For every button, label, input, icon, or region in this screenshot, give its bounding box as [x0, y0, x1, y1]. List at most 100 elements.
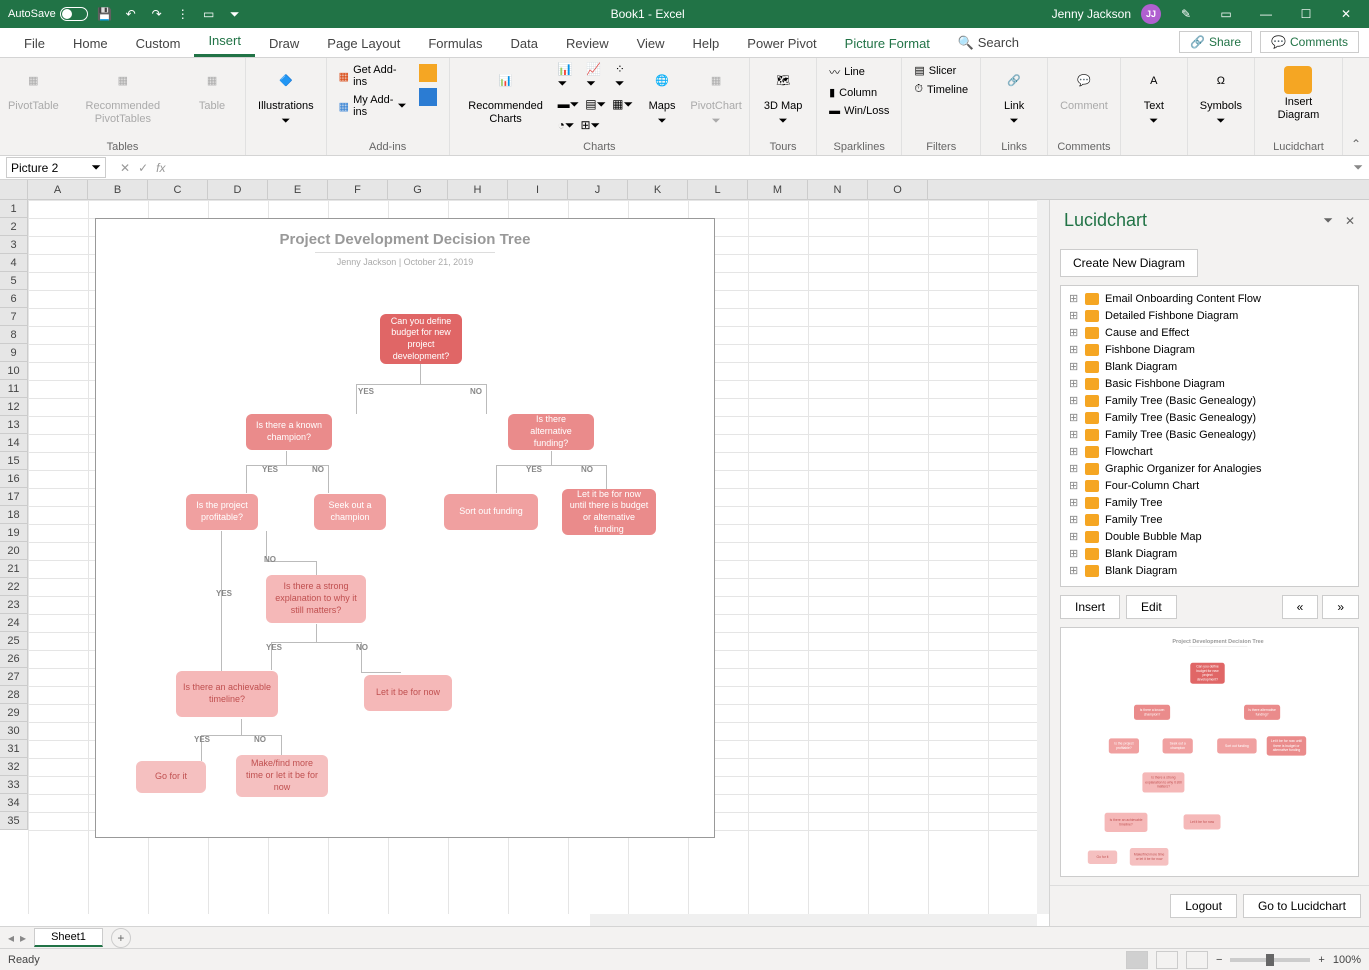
row-header[interactable]: 10	[0, 362, 28, 380]
prev-sheet-icon[interactable]: ◂	[8, 931, 14, 945]
user-avatar[interactable]: JJ	[1141, 4, 1161, 24]
tree-item[interactable]: ⊞Blank Diagram	[1065, 358, 1354, 375]
zoom-out-button[interactable]: −	[1216, 954, 1222, 966]
bing-addin-button[interactable]	[415, 62, 441, 84]
column-header[interactable]: E	[268, 180, 328, 199]
zoom-level[interactable]: 100%	[1333, 954, 1361, 966]
diagram-tree[interactable]: ⊞Email Onboarding Content Flow⊞Detailed …	[1060, 285, 1359, 587]
column-header[interactable]: J	[568, 180, 628, 199]
tree-item[interactable]: ⊞Cause and Effect	[1065, 324, 1354, 341]
tree-item[interactable]: ⊞Family Tree (Basic Genealogy)	[1065, 426, 1354, 443]
insert-diagram-button[interactable]: Insert Diagram	[1263, 62, 1334, 126]
maximize-icon[interactable]: ☐	[1291, 4, 1321, 24]
column-header[interactable]: H	[448, 180, 508, 199]
row-header[interactable]: 1	[0, 200, 28, 218]
column-header[interactable]: L	[688, 180, 748, 199]
column-header[interactable]: D	[208, 180, 268, 199]
edit-button[interactable]: Edit	[1126, 595, 1177, 619]
maps-button[interactable]: 🌐Maps⏷	[637, 62, 687, 132]
link-button[interactable]: 🔗Link⏷	[989, 62, 1039, 132]
row-header[interactable]: 14	[0, 434, 28, 452]
toggle-off-icon[interactable]	[60, 7, 88, 21]
row-header[interactable]: 24	[0, 614, 28, 632]
row-header[interactable]: 25	[0, 632, 28, 650]
sparkline-column-button[interactable]: ▮ Column	[825, 84, 893, 101]
tab-review[interactable]: Review	[552, 30, 623, 57]
flowchart-image[interactable]: Project Development Decision Tree Jenny …	[95, 218, 715, 838]
chevron-down-icon[interactable]: ⏷	[1323, 213, 1333, 228]
user-name[interactable]: Jenny Jackson	[1052, 7, 1131, 21]
cancel-formula-icon[interactable]: ✕	[120, 161, 130, 175]
tab-view[interactable]: View	[623, 30, 679, 57]
row-header[interactable]: 34	[0, 794, 28, 812]
tab-picture-format[interactable]: Picture Format	[831, 30, 944, 57]
row-header[interactable]: 35	[0, 812, 28, 830]
tree-item[interactable]: ⊞Double Bubble Map	[1065, 528, 1354, 545]
tab-home[interactable]: Home	[59, 30, 122, 57]
column-header[interactable]: B	[88, 180, 148, 199]
tab-help[interactable]: Help	[679, 30, 734, 57]
qat-icon[interactable]: ▭	[200, 5, 218, 23]
symbols-button[interactable]: ΩSymbols⏷	[1196, 62, 1246, 132]
enter-formula-icon[interactable]: ✓	[138, 161, 148, 175]
save-icon[interactable]: 💾	[96, 5, 114, 23]
row-header[interactable]: 12	[0, 398, 28, 416]
tree-item[interactable]: ⊞Family Tree (Basic Genealogy)	[1065, 392, 1354, 409]
tab-file[interactable]: File	[10, 30, 59, 57]
row-header[interactable]: 18	[0, 506, 28, 524]
row-header[interactable]: 13	[0, 416, 28, 434]
vertical-scrollbar[interactable]	[1037, 200, 1049, 914]
row-header[interactable]: 23	[0, 596, 28, 614]
comments-button[interactable]: 💬 Comments	[1260, 31, 1359, 53]
tree-item[interactable]: ⊞Blank Diagram	[1065, 545, 1354, 562]
insert-button[interactable]: Insert	[1060, 595, 1120, 619]
prev-button[interactable]: «	[1282, 595, 1319, 619]
row-header[interactable]: 20	[0, 542, 28, 560]
pivotchart-button[interactable]: ▦PivotChart⏷	[691, 62, 741, 132]
line-chart-icon[interactable]: 📈⏷	[586, 62, 609, 91]
row-header[interactable]: 26	[0, 650, 28, 668]
zoom-in-button[interactable]: +	[1318, 954, 1324, 966]
share-button[interactable]: 🔗 Share	[1179, 31, 1252, 53]
column-header[interactable]: A	[28, 180, 88, 199]
tree-item[interactable]: ⊞Blank Diagram	[1065, 562, 1354, 579]
scatter-icon[interactable]: ⁘⏷	[615, 62, 633, 91]
sheet-tab-sheet1[interactable]: Sheet1	[34, 928, 103, 947]
row-header[interactable]: 21	[0, 560, 28, 578]
page-layout-view-button[interactable]	[1156, 951, 1178, 969]
column-header[interactable]: O	[868, 180, 928, 199]
name-box[interactable]: Picture 2⏷	[6, 157, 106, 178]
combo-icon[interactable]: ▦⏷	[612, 97, 633, 112]
next-sheet-icon[interactable]: ▸	[20, 931, 26, 945]
add-sheet-button[interactable]: +	[111, 928, 131, 948]
chevron-down-icon[interactable]: ⏷	[91, 160, 101, 175]
hierarchy-icon[interactable]: ▤⏷	[585, 97, 606, 112]
tab-insert[interactable]: Insert	[194, 27, 255, 57]
column-header[interactable]: K	[628, 180, 688, 199]
create-diagram-button[interactable]: Create New Diagram	[1060, 249, 1198, 277]
pie-icon[interactable]: ◔⏷	[558, 118, 575, 133]
row-header[interactable]: 31	[0, 740, 28, 758]
comment-button[interactable]: 💬Comment	[1056, 62, 1112, 117]
search-box[interactable]: 🔍 Search	[944, 29, 1033, 57]
bar-chart-icon[interactable]: 📊⏷	[558, 62, 581, 91]
sparkline-line-button[interactable]: 〰 Line	[825, 62, 893, 82]
row-header[interactable]: 19	[0, 524, 28, 542]
zoom-slider[interactable]	[1230, 958, 1310, 962]
tree-item[interactable]: ⊞Fishbone Diagram	[1065, 341, 1354, 358]
column-header[interactable]: N	[808, 180, 868, 199]
row-header[interactable]: 9	[0, 344, 28, 362]
column-header[interactable]: M	[748, 180, 808, 199]
ribbon-mode-icon[interactable]: ▭	[1211, 4, 1241, 24]
tree-item[interactable]: ⊞Detailed Fishbone Diagram	[1065, 307, 1354, 324]
recommended-charts-button[interactable]: 📊Recommended Charts	[458, 62, 554, 130]
column-header[interactable]: G	[388, 180, 448, 199]
spreadsheet-grid[interactable]: 1234567891011121314151617181920212223242…	[0, 200, 1049, 926]
tree-item[interactable]: ⊞Four-Column Chart	[1065, 477, 1354, 494]
select-all-button[interactable]	[0, 180, 28, 199]
row-header[interactable]: 28	[0, 686, 28, 704]
column-header[interactable]: F	[328, 180, 388, 199]
tree-item[interactable]: ⊞Graphic Organizer for Analogies	[1065, 460, 1354, 477]
tree-item[interactable]: ⊞Email Onboarding Content Flow	[1065, 290, 1354, 307]
row-header[interactable]: 27	[0, 668, 28, 686]
